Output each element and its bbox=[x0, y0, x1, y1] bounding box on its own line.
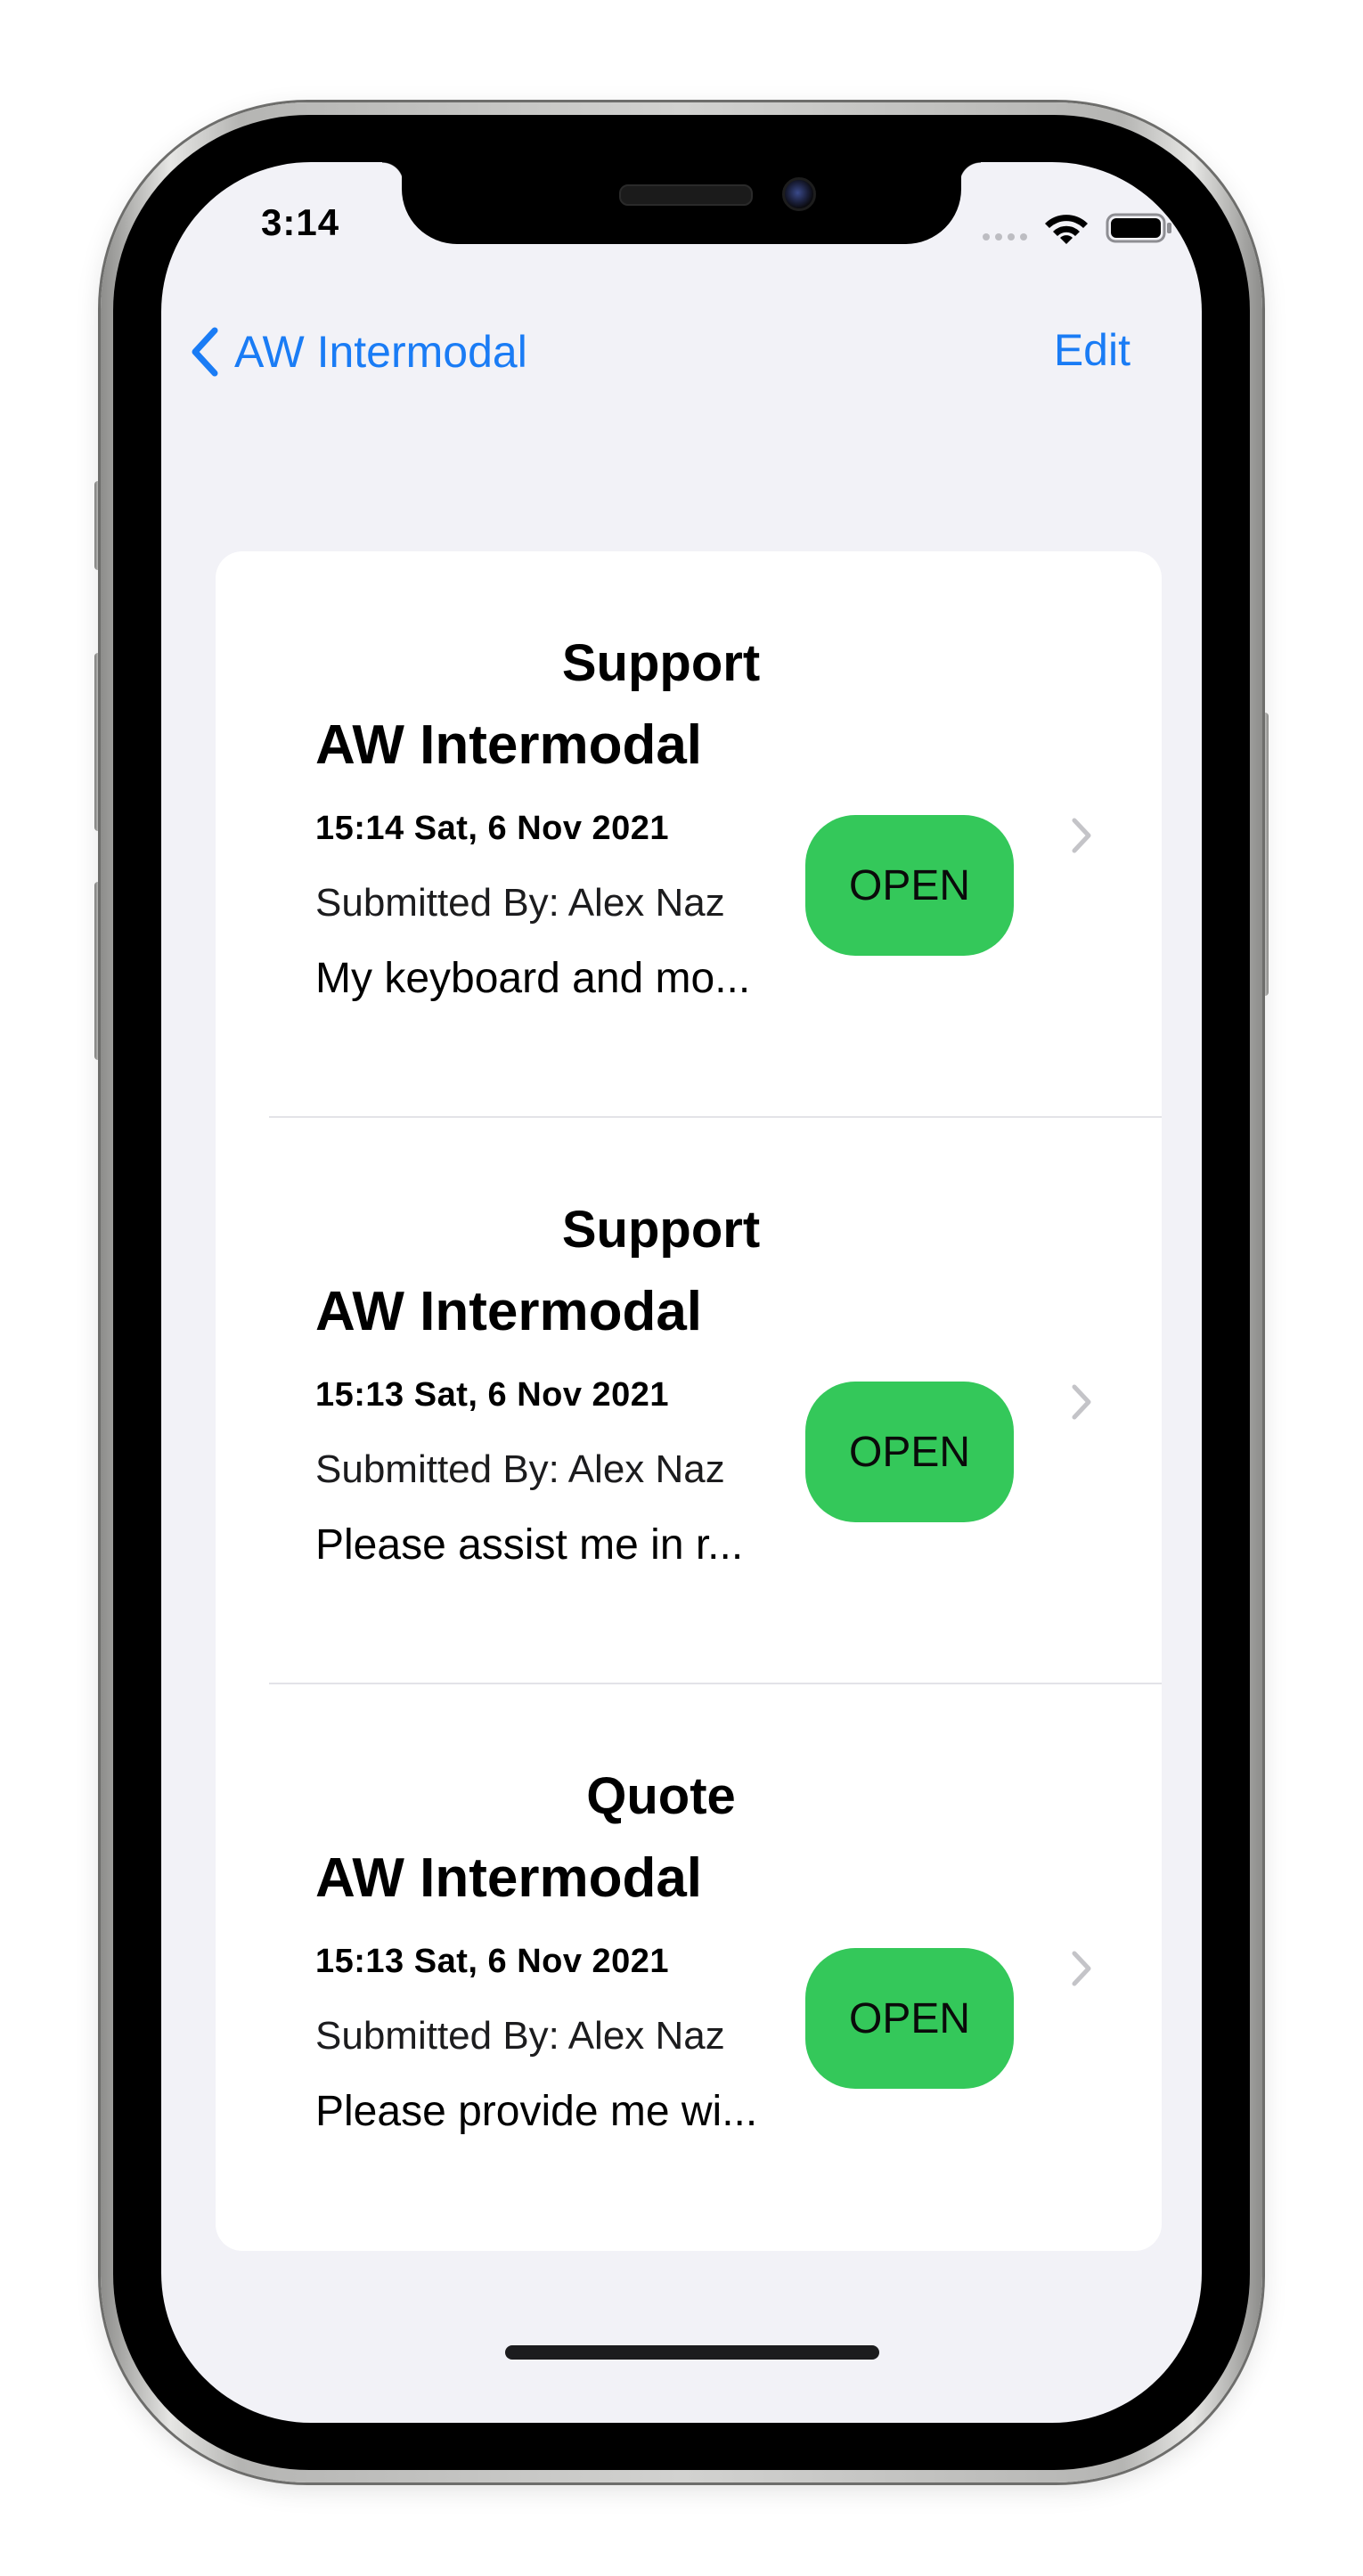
wifi-icon bbox=[1045, 215, 1088, 244]
status-open-button[interactable]: OPEN bbox=[805, 815, 1014, 956]
ticket-submitter: Submitted By: Alex Naz bbox=[315, 1447, 725, 1491]
ticket-description: Please assist me in r... bbox=[315, 1521, 744, 1569]
ticket-category: Support bbox=[561, 1201, 761, 1259]
battery-icon bbox=[1106, 213, 1171, 243]
notch-corner-right bbox=[959, 162, 981, 183]
status-time: 3:14 bbox=[261, 201, 340, 243]
signal-dots-icon bbox=[983, 233, 1027, 240]
ticket-list: Support AW Intermodal 15:14 Sat, 6 Nov 2… bbox=[216, 551, 1162, 2251]
ticket-datetime: 15:14 Sat, 6 Nov 2021 bbox=[315, 810, 670, 847]
front-camera bbox=[782, 177, 816, 211]
notch-corner-left bbox=[382, 162, 404, 183]
device-mockup: 3:14 AW Intermodal Edit Support AW Inter… bbox=[0, 0, 1363, 2576]
ticket-row[interactable]: Quote AW Intermodal 15:13 Sat, 6 Nov 202… bbox=[216, 1684, 1162, 2251]
back-button-label: AW Intermodal bbox=[234, 327, 527, 377]
app-screen: 3:14 AW Intermodal Edit Support AW Inter… bbox=[161, 162, 1202, 2423]
ticket-company: AW Intermodal bbox=[315, 1281, 703, 1342]
home-indicator[interactable] bbox=[505, 2345, 879, 2360]
chevron-right-icon bbox=[1072, 1384, 1091, 1420]
ticket-datetime: 15:13 Sat, 6 Nov 2021 bbox=[315, 1943, 670, 1980]
ticket-description: My keyboard and mo... bbox=[315, 955, 751, 1002]
status-open-button[interactable]: OPEN bbox=[805, 1382, 1014, 1522]
ticket-submitter: Submitted By: Alex Naz bbox=[315, 2014, 725, 2058]
ticket-company: AW Intermodal bbox=[315, 1847, 703, 1909]
earpiece-speaker bbox=[619, 184, 753, 206]
ticket-category: Support bbox=[561, 634, 761, 692]
back-button[interactable]: AW Intermodal bbox=[186, 321, 527, 383]
ticket-datetime: 15:13 Sat, 6 Nov 2021 bbox=[315, 1376, 670, 1414]
notch bbox=[402, 162, 961, 244]
edit-button[interactable]: Edit bbox=[1054, 324, 1130, 376]
ticket-row[interactable]: Support AW Intermodal 15:13 Sat, 6 Nov 2… bbox=[216, 1118, 1162, 1684]
back-chevron-icon bbox=[192, 327, 218, 377]
ticket-category: Quote bbox=[586, 1767, 736, 1825]
ticket-submitter: Submitted By: Alex Naz bbox=[315, 881, 725, 925]
ticket-description: Please provide me wi... bbox=[315, 2088, 758, 2135]
ticket-company: AW Intermodal bbox=[315, 714, 703, 776]
chevron-right-icon bbox=[1072, 818, 1091, 853]
ticket-row[interactable]: Support AW Intermodal 15:14 Sat, 6 Nov 2… bbox=[216, 551, 1162, 1118]
chevron-right-icon bbox=[1072, 1951, 1091, 1986]
status-open-button[interactable]: OPEN bbox=[805, 1948, 1014, 2089]
